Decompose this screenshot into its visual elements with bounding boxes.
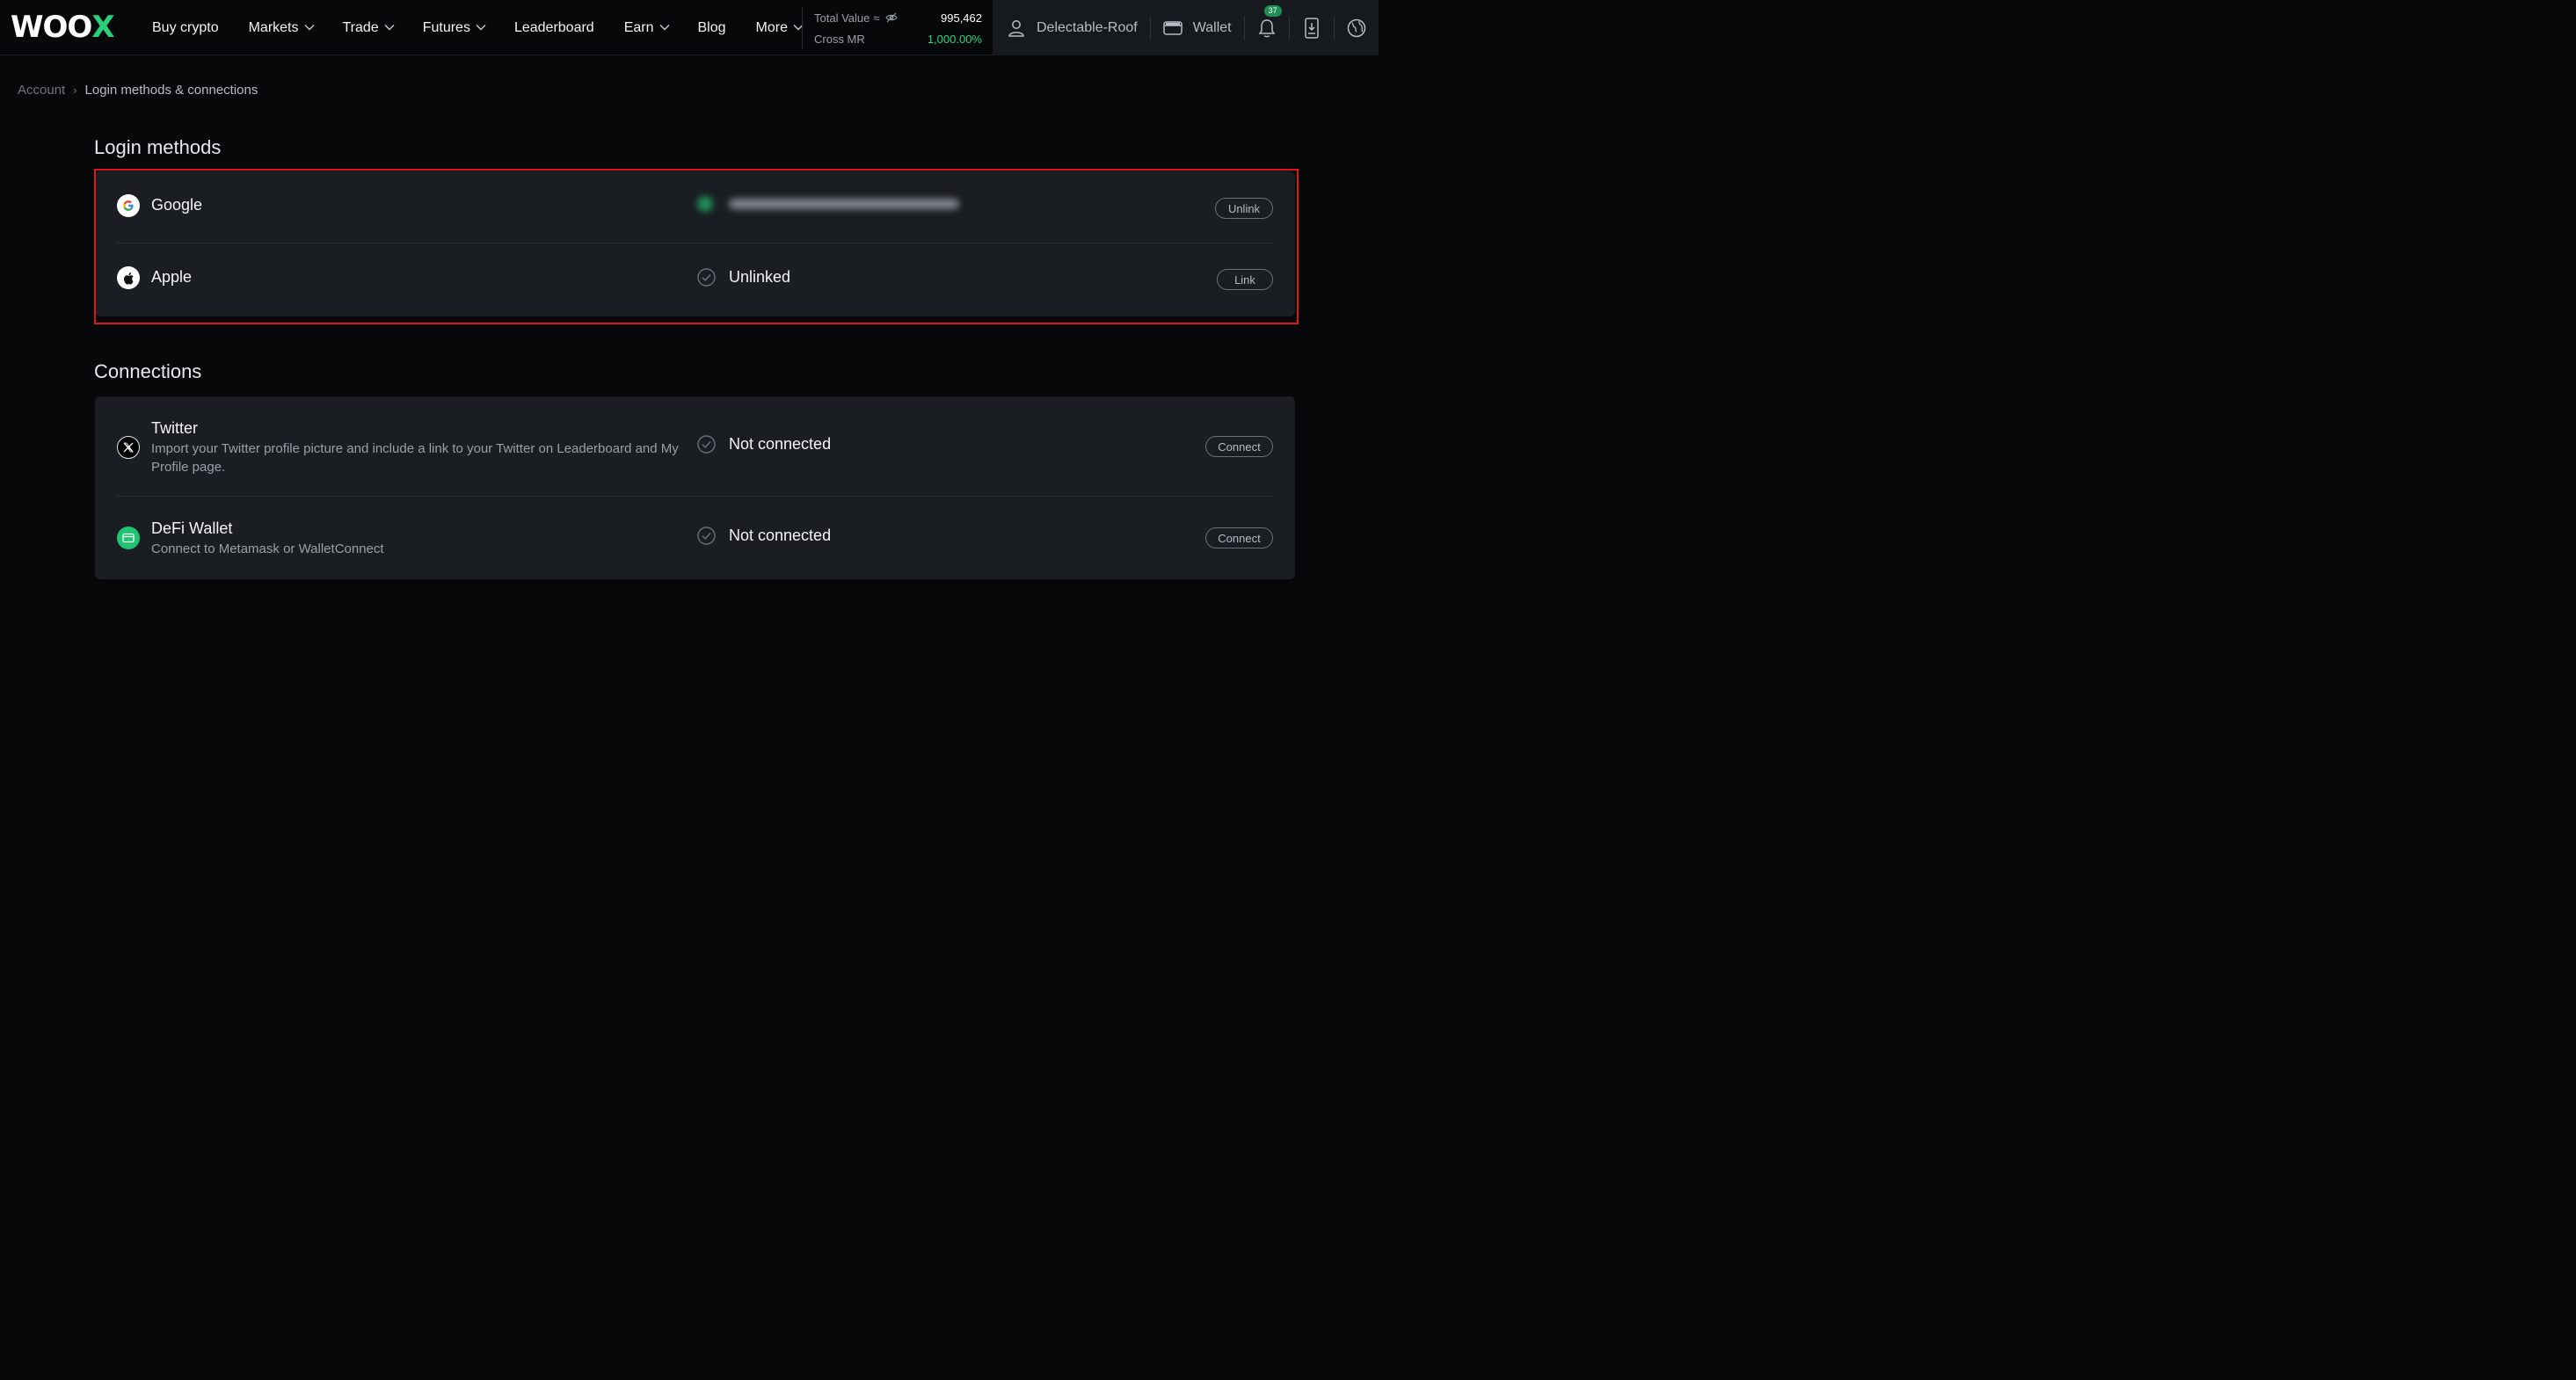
nav-earn[interactable]: Earn	[623, 19, 669, 36]
nav-label: Leaderboard	[513, 19, 594, 35]
connect-twitter-button[interactable]: Connect	[1205, 436, 1273, 457]
link-apple-button[interactable]: Link	[1217, 269, 1273, 290]
google-status	[697, 196, 959, 212]
total-value: 995,462	[941, 11, 982, 25]
login-method-apple: Apple Unlinked Link	[117, 266, 1273, 290]
breadcrumb-current: Login methods & connections	[84, 83, 258, 98]
defi-wallet-status: Not connected	[697, 527, 831, 545]
status-text: Unlinked	[729, 268, 791, 286]
login-methods-title: Login methods	[94, 136, 222, 158]
login-method-google: Google Unlink	[117, 194, 1273, 219]
main-nav: Buy crypto Markets Trade Futures Leaderb…	[152, 0, 804, 55]
check-circle-icon	[697, 268, 716, 287]
nav-label: Buy crypto	[152, 19, 219, 35]
check-icon	[697, 196, 713, 212]
status-text: Not connected	[729, 527, 832, 544]
nav-blog[interactable]: Blog	[698, 20, 726, 36]
redacted-text-block	[729, 199, 959, 209]
nav-buy-crypto[interactable]: Buy crypto	[152, 20, 219, 36]
nav-label: Markets	[248, 19, 299, 35]
chevron-down-icon	[659, 24, 669, 33]
nav-markets[interactable]: Markets	[248, 19, 314, 36]
eye-off-icon[interactable]	[884, 12, 898, 23]
divider	[1333, 15, 1335, 40]
breadcrumb-account-link[interactable]: Account	[18, 83, 65, 98]
connection-twitter: Twitter Import your Twitter profile pict…	[117, 418, 1273, 479]
defi-wallet-icon	[117, 527, 140, 549]
chevron-right-icon: ›	[73, 84, 77, 97]
breadcrumb: Account › Login methods & connections	[18, 83, 258, 98]
globe-icon	[1347, 18, 1365, 37]
wallet-label: Wallet	[1192, 19, 1232, 35]
row-divider	[117, 496, 1273, 497]
top-navigation-bar: WOO X Buy crypto Markets Trade Futures Le…	[0, 0, 1379, 55]
approx-symbol: ≈	[873, 11, 880, 25]
apple-icon	[117, 266, 140, 289]
chevron-down-icon	[793, 24, 804, 33]
username: Delectable-Roof	[1037, 19, 1138, 35]
divider	[1149, 15, 1151, 40]
account-area: Delectable-Roof Wallet 37	[993, 0, 1379, 55]
connection-name: DeFi Wallet	[151, 519, 233, 537]
total-value-label: Total Value	[814, 11, 870, 25]
cross-mr-value: 1,000.00%	[927, 32, 982, 46]
connection-description: Import your Twitter profile picture and …	[151, 441, 679, 475]
language-button[interactable]	[1347, 18, 1366, 39]
user-menu[interactable]: Delectable-Roof	[1007, 18, 1138, 38]
nav-label: Blog	[697, 19, 726, 35]
divider	[1243, 15, 1245, 40]
nav-label: More	[755, 19, 788, 35]
bell-icon	[1258, 18, 1275, 37]
login-methods-card: Google Unlink Apple Unlinked Link	[95, 171, 1295, 316]
check-circle-icon	[697, 435, 716, 454]
connection-name: Twitter	[151, 419, 199, 437]
connections-title: Connections	[94, 360, 202, 382]
x-twitter-icon	[117, 436, 140, 459]
notification-badge: 37	[1263, 4, 1282, 17]
nav-label: Trade	[342, 19, 379, 35]
connect-defi-wallet-button[interactable]: Connect	[1205, 527, 1273, 548]
chevron-down-icon	[384, 24, 395, 33]
user-icon	[1007, 18, 1026, 38]
notifications-button[interactable]: 37	[1257, 4, 1282, 39]
connection-defi-wallet: DeFi Wallet Connect to Metamask or Walle…	[117, 518, 1273, 562]
connection-description: Connect to Metamask or WalletConnect	[151, 541, 384, 556]
nav-label: Earn	[623, 19, 654, 35]
nav-label: Futures	[422, 19, 470, 35]
chevron-down-icon	[304, 24, 314, 33]
nav-leaderboard[interactable]: Leaderboard	[514, 20, 594, 36]
mobile-download-icon	[1304, 17, 1319, 39]
chevron-down-icon	[476, 24, 486, 33]
logo-accent: X	[91, 10, 114, 45]
unlink-google-button[interactable]: Unlink	[1215, 198, 1273, 219]
wallet-button[interactable]: Wallet	[1162, 19, 1232, 36]
app-download-button[interactable]	[1302, 17, 1321, 39]
twitter-status: Not connected	[697, 435, 831, 454]
connections-card: Twitter Import your Twitter profile pict…	[95, 396, 1295, 579]
login-method-name: Apple	[151, 268, 193, 286]
logo-text: WOO	[11, 10, 92, 45]
check-circle-icon	[697, 527, 716, 545]
google-linked-account-redacted	[697, 196, 959, 212]
nav-futures[interactable]: Futures	[422, 19, 486, 36]
balance-summary[interactable]: Total Value ≈ 995,462 Cross MR 1,000.00%	[802, 7, 993, 49]
divider	[1288, 15, 1290, 40]
status-text: Not connected	[729, 435, 832, 453]
nav-more[interactable]: More	[755, 19, 804, 36]
wallet-icon	[1162, 20, 1182, 36]
login-method-name: Google	[151, 196, 203, 214]
google-icon	[117, 194, 140, 217]
nav-trade[interactable]: Trade	[342, 19, 395, 36]
cross-mr-label: Cross MR	[814, 32, 865, 46]
woox-logo[interactable]: WOO X	[11, 10, 115, 45]
apple-status: Unlinked	[697, 268, 790, 287]
